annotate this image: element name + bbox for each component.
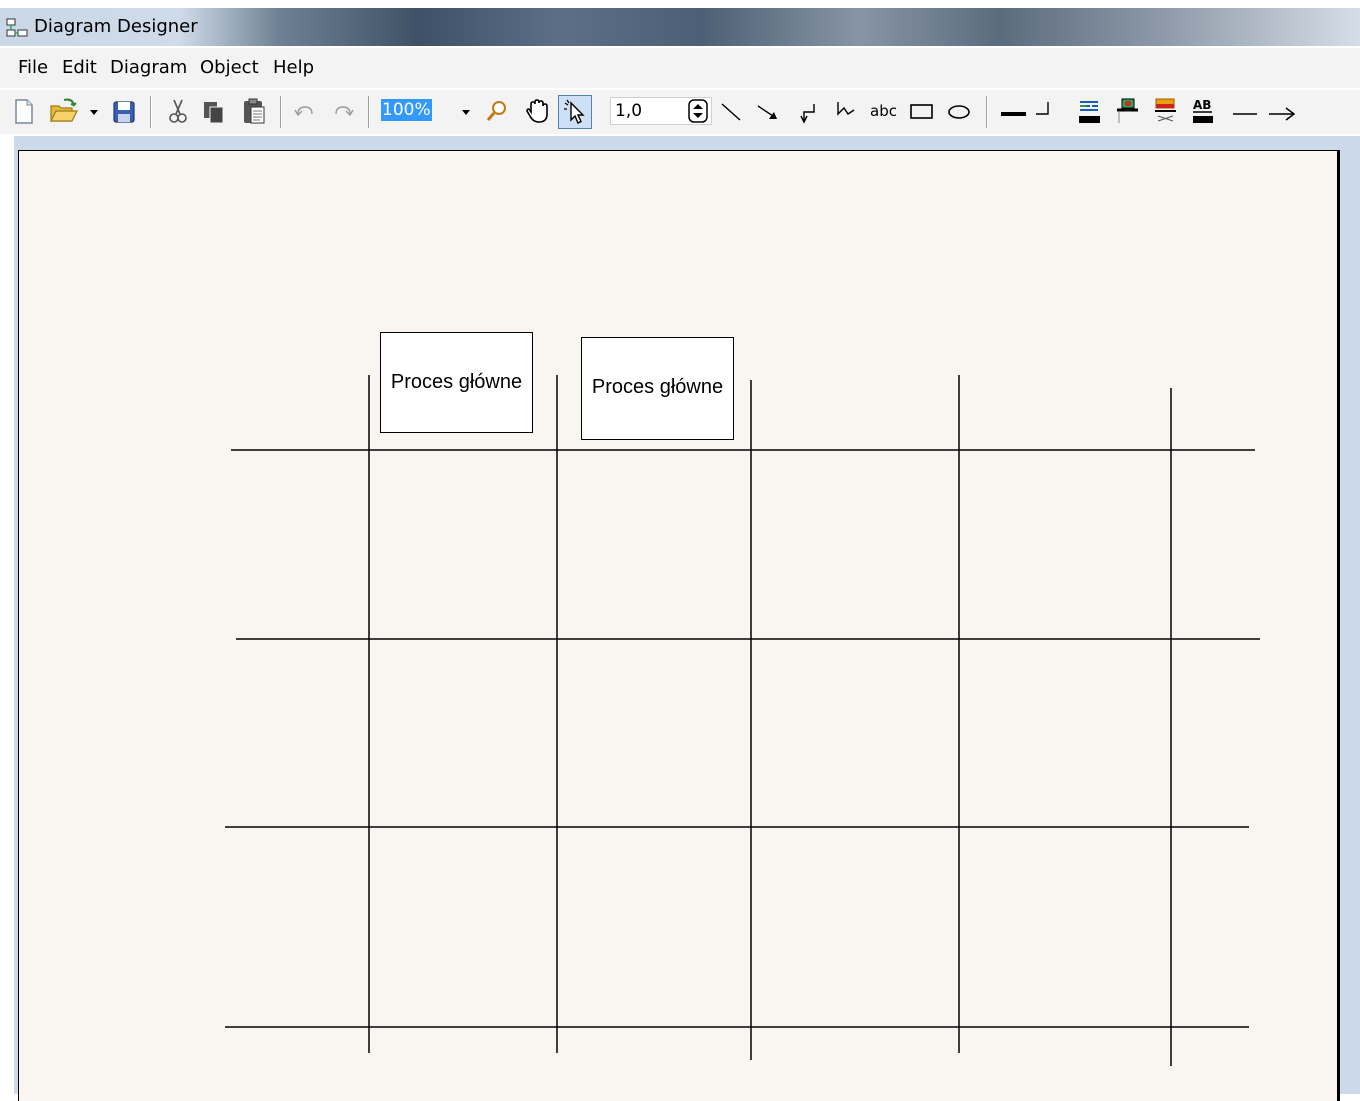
window-title: Diagram Designer bbox=[34, 16, 198, 37]
toolbar-separator bbox=[368, 96, 370, 128]
zoom-value[interactable]: 100% bbox=[381, 99, 432, 121]
text-tool-icon[interactable]: abc bbox=[870, 102, 897, 120]
title-bar[interactable]: Diagram Designer bbox=[0, 8, 1360, 46]
menu-edit[interactable]: Edit bbox=[62, 57, 97, 78]
process-shape[interactable]: Proces główne bbox=[380, 332, 533, 433]
line-style-icon[interactable] bbox=[998, 96, 1030, 128]
paste-icon[interactable] bbox=[240, 96, 268, 128]
arrow-tool-icon[interactable] bbox=[754, 96, 782, 128]
process-label: Proces główne bbox=[591, 376, 724, 398]
save-icon[interactable] bbox=[110, 96, 138, 128]
zoom-combobox[interactable]: 100% bbox=[378, 97, 480, 125]
fill-color-icon[interactable] bbox=[1076, 96, 1104, 128]
select-pointer-icon[interactable] bbox=[558, 95, 592, 129]
line-width-value[interactable]: 1,0 bbox=[615, 100, 642, 122]
text-color-icon[interactable]: AB bbox=[1190, 96, 1218, 128]
chevron-down-icon[interactable] bbox=[460, 103, 472, 122]
menu-file[interactable]: File bbox=[18, 57, 48, 78]
process-shape[interactable]: Proces główne bbox=[581, 337, 734, 440]
spinner-icon[interactable] bbox=[687, 99, 709, 127]
toolbar-separator bbox=[150, 96, 152, 128]
menu-bar: File Edit Diagram Object Help bbox=[0, 48, 1360, 88]
toolbar-separator bbox=[986, 96, 988, 128]
diagram-page[interactable] bbox=[18, 150, 1340, 1101]
line-width-input[interactable]: 1,0 bbox=[610, 97, 712, 125]
workspace[interactable] bbox=[14, 136, 1360, 1101]
cut-icon[interactable] bbox=[164, 96, 192, 128]
undo-icon[interactable] bbox=[292, 96, 318, 128]
pan-hand-icon[interactable] bbox=[524, 96, 550, 128]
rectangle-tool-icon[interactable] bbox=[908, 96, 936, 128]
elbow-connector-icon[interactable] bbox=[796, 96, 822, 128]
svg-text:AB: AB bbox=[1193, 98, 1211, 112]
arrow-line-end-icon[interactable] bbox=[1266, 96, 1298, 128]
app-window: Diagram Designer File Edit Diagram Objec… bbox=[0, 0, 1360, 1101]
toolbar-separator bbox=[280, 96, 282, 128]
menu-object[interactable]: Object bbox=[200, 57, 259, 78]
open-dropdown-icon[interactable] bbox=[88, 96, 100, 128]
shadow-color-icon[interactable] bbox=[1152, 96, 1180, 128]
plain-line-end-icon[interactable] bbox=[1230, 96, 1260, 128]
zoom-icon[interactable] bbox=[484, 96, 510, 128]
copy-icon[interactable] bbox=[200, 96, 228, 128]
toolbar: 100% 1,0 abc AB bbox=[0, 90, 1360, 134]
line-corner-icon[interactable] bbox=[1034, 96, 1058, 128]
process-label: Proces główne bbox=[390, 371, 523, 393]
new-icon[interactable] bbox=[12, 96, 36, 128]
redo-icon[interactable] bbox=[330, 96, 356, 128]
line-tool-icon[interactable] bbox=[718, 96, 744, 128]
open-icon[interactable] bbox=[48, 96, 80, 128]
ellipse-tool-icon[interactable] bbox=[946, 96, 974, 128]
curve-connector-icon[interactable] bbox=[832, 96, 860, 128]
menu-help[interactable]: Help bbox=[273, 57, 314, 78]
menu-diagram[interactable]: Diagram bbox=[110, 57, 187, 78]
line-color-icon[interactable] bbox=[1114, 96, 1142, 128]
app-icon bbox=[6, 18, 28, 38]
